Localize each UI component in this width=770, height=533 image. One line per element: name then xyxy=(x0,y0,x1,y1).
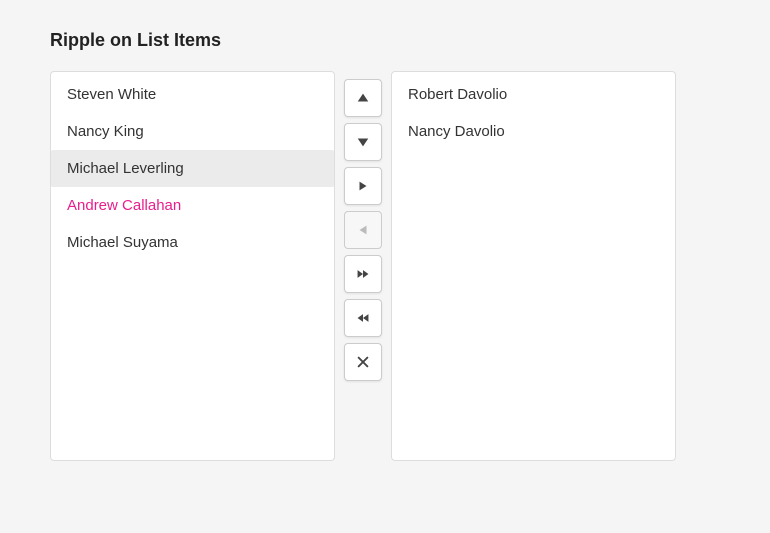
remove-button[interactable] xyxy=(344,343,382,381)
move-left-button xyxy=(344,211,382,249)
move-all-left-button[interactable] xyxy=(344,299,382,337)
left-list-item-michael-suyama[interactable]: Michael Suyama xyxy=(51,224,334,261)
left-list-item-steven-white[interactable]: Steven White xyxy=(51,76,334,113)
main-container: Steven WhiteNancy KingMichael LeverlingA… xyxy=(50,71,720,461)
right-list: Robert DavolioNancy Davolio xyxy=(391,71,676,461)
left-list: Steven WhiteNancy KingMichael LeverlingA… xyxy=(50,71,335,461)
left-list-item-andrew-callahan[interactable]: Andrew Callahan xyxy=(51,187,334,224)
move-up-button[interactable] xyxy=(344,79,382,117)
left-list-item-nancy-king[interactable]: Nancy King xyxy=(51,113,334,150)
left-list-item-michael-leverling[interactable]: Michael Leverling xyxy=(51,150,334,187)
right-list-item-nancy-davolio[interactable]: Nancy Davolio xyxy=(392,113,675,150)
right-list-item-robert-davolio[interactable]: Robert Davolio xyxy=(392,76,675,113)
controls-column xyxy=(335,71,391,389)
move-down-button[interactable] xyxy=(344,123,382,161)
move-right-button[interactable] xyxy=(344,167,382,205)
page-title: Ripple on List Items xyxy=(50,30,720,51)
move-all-right-button[interactable] xyxy=(344,255,382,293)
